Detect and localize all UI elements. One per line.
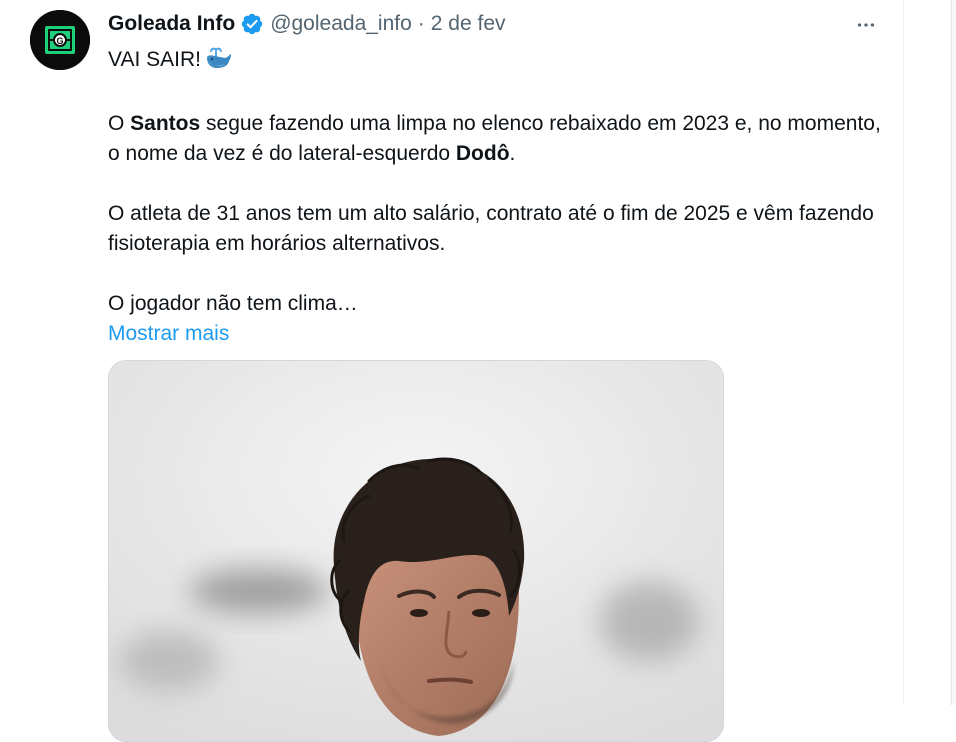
- separator-dot: ·: [417, 12, 425, 35]
- show-more-link[interactable]: Mostrar mais: [108, 319, 888, 349]
- more-options-button[interactable]: [850, 10, 882, 40]
- avatar[interactable]: G: [30, 10, 90, 70]
- tweet-paragraph-2: O Santos segue fazendo uma limpa no elen…: [108, 109, 888, 169]
- tweet-media-photo[interactable]: [108, 360, 724, 742]
- tweet-header: Goleada Info @goleada_info · 2 de fev: [108, 9, 506, 39]
- tweet-text: VAI SAIR! O Santos segue fazendo uma lim…: [108, 45, 888, 349]
- verified-badge-icon: [240, 12, 264, 36]
- goleada-logo-icon: G: [30, 10, 90, 70]
- timeline-right-border: [903, 0, 904, 705]
- author-name[interactable]: Goleada Info: [108, 12, 235, 36]
- author-handle[interactable]: @goleada_info: [270, 12, 412, 36]
- tweet-paragraph-3: O atleta de 31 anos tem um alto salário,…: [108, 202, 874, 255]
- bold-dodo: Dodô: [455, 142, 510, 165]
- more-options-icon: [857, 23, 875, 27]
- tweet-headline: VAI SAIR!: [108, 48, 201, 71]
- whale-emoji-icon: [205, 46, 233, 79]
- tweet-date[interactable]: 2 de fev: [431, 12, 506, 36]
- bold-santos: Santos: [130, 112, 201, 135]
- svg-text:G: G: [56, 36, 63, 46]
- tweet-line-1: VAI SAIR!: [108, 45, 888, 79]
- tweet-paragraph-4: O jogador não tem clima…: [108, 292, 358, 315]
- player-photo: [109, 361, 723, 741]
- text-segment: .: [509, 142, 516, 165]
- scrollbar-divider: [951, 0, 952, 705]
- text-segment: O: [108, 112, 131, 135]
